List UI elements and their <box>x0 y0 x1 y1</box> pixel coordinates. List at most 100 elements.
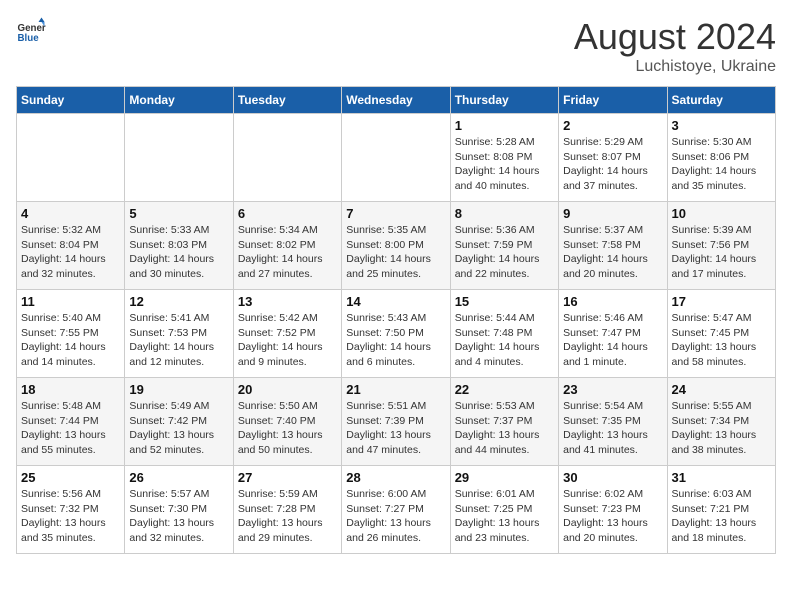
day-number: 1 <box>455 118 554 133</box>
month-title: August 2024 <box>574 16 776 58</box>
day-number: 22 <box>455 382 554 397</box>
day-cell: 2 Sunrise: 5:29 AM Sunset: 8:07 PM Daylig… <box>559 114 667 202</box>
day-cell: 20 Sunrise: 5:50 AM Sunset: 7:40 PM Dayli… <box>233 378 341 466</box>
day-number: 8 <box>455 206 554 221</box>
day-cell: 4 Sunrise: 5:32 AM Sunset: 8:04 PM Daylig… <box>17 202 125 290</box>
day-cell: 18Sunrise: 5:48 AM Sunset: 7:44 PM Dayli… <box>17 378 125 466</box>
day-number: 13 <box>238 294 337 309</box>
day-info: Sunrise: 5:29 AM Sunset: 8:07 PM Dayligh… <box>563 135 662 194</box>
day-info: Sunrise: 5:49 AM Sunset: 7:42 PM Dayligh… <box>129 399 228 458</box>
day-cell: 8 Sunrise: 5:36 AM Sunset: 7:59 PM Daylig… <box>450 202 558 290</box>
day-info: Sunrise: 5:56 AM Sunset: 7:32 PM Dayligh… <box>21 487 120 546</box>
location-title: Luchistoye, Ukraine <box>574 58 776 76</box>
day-cell: 12 Sunrise: 5:41 AM Sunset: 7:53 PM Dayli… <box>125 290 233 378</box>
day-info: Sunrise: 5:30 AM Sunset: 8:06 PM Dayligh… <box>672 135 771 194</box>
day-number: 6 <box>238 206 337 221</box>
day-cell: 15 Sunrise: 5:44 AM Sunset: 7:48 PM Dayli… <box>450 290 558 378</box>
day-cell: 22Sunrise: 5:53 AM Sunset: 7:37 PM Dayli… <box>450 378 558 466</box>
weekday-header-tuesday: Tuesday <box>233 87 341 114</box>
day-info: Sunrise: 5:54 AM Sunset: 7:35 PM Dayligh… <box>563 399 662 458</box>
title-block: August 2024 Luchistoye, Ukraine <box>574 16 776 76</box>
day-cell: 7 Sunrise: 5:35 AM Sunset: 8:00 PM Daylig… <box>342 202 450 290</box>
day-cell: 10 Sunrise: 5:39 AM Sunset: 7:56 PM Dayli… <box>667 202 775 290</box>
week-row-5: 25Sunrise: 5:56 AM Sunset: 7:32 PM Dayli… <box>17 466 776 554</box>
day-info: Sunrise: 5:43 AM Sunset: 7:50 PM Dayligh… <box>346 311 445 370</box>
day-info: Sunrise: 5:47 AM Sunset: 7:45 PM Dayligh… <box>672 311 771 370</box>
weekday-header-row: SundayMondayTuesdayWednesdayThursdayFrid… <box>17 87 776 114</box>
day-info: Sunrise: 5:48 AM Sunset: 7:44 PM Dayligh… <box>21 399 120 458</box>
day-info: Sunrise: 5:36 AM Sunset: 7:59 PM Dayligh… <box>455 223 554 282</box>
day-cell: 17 Sunrise: 5:47 AM Sunset: 7:45 PM Dayli… <box>667 290 775 378</box>
week-row-3: 11 Sunrise: 5:40 AM Sunset: 7:55 PM Dayli… <box>17 290 776 378</box>
day-number: 11 <box>21 294 120 309</box>
week-row-2: 4 Sunrise: 5:32 AM Sunset: 8:04 PM Daylig… <box>17 202 776 290</box>
day-cell: 29Sunrise: 6:01 AM Sunset: 7:25 PM Dayli… <box>450 466 558 554</box>
day-info: Sunrise: 5:57 AM Sunset: 7:30 PM Dayligh… <box>129 487 228 546</box>
day-cell: 9 Sunrise: 5:37 AM Sunset: 7:58 PM Daylig… <box>559 202 667 290</box>
day-number: 28 <box>346 470 445 485</box>
day-info: Sunrise: 5:42 AM Sunset: 7:52 PM Dayligh… <box>238 311 337 370</box>
page-header: General Blue August 2024 Luchistoye, Ukr… <box>16 16 776 76</box>
day-number: 19 <box>129 382 228 397</box>
day-info: Sunrise: 5:28 AM Sunset: 8:08 PM Dayligh… <box>455 135 554 194</box>
day-number: 9 <box>563 206 662 221</box>
week-row-4: 18Sunrise: 5:48 AM Sunset: 7:44 PM Dayli… <box>17 378 776 466</box>
weekday-header-sunday: Sunday <box>17 87 125 114</box>
day-info: Sunrise: 5:44 AM Sunset: 7:48 PM Dayligh… <box>455 311 554 370</box>
day-number: 4 <box>21 206 120 221</box>
day-info: Sunrise: 5:51 AM Sunset: 7:39 PM Dayligh… <box>346 399 445 458</box>
day-number: 26 <box>129 470 228 485</box>
day-cell: 26 Sunrise: 5:57 AM Sunset: 7:30 PM Dayli… <box>125 466 233 554</box>
weekday-header-saturday: Saturday <box>667 87 775 114</box>
day-number: 5 <box>129 206 228 221</box>
day-number: 17 <box>672 294 771 309</box>
day-number: 20 <box>238 382 337 397</box>
day-info: Sunrise: 5:55 AM Sunset: 7:34 PM Dayligh… <box>672 399 771 458</box>
day-number: 31 <box>672 470 771 485</box>
day-info: Sunrise: 5:40 AM Sunset: 7:55 PM Dayligh… <box>21 311 120 370</box>
day-number: 27 <box>238 470 337 485</box>
day-info: Sunrise: 5:32 AM Sunset: 8:04 PM Dayligh… <box>21 223 120 282</box>
day-info: Sunrise: 6:00 AM Sunset: 7:27 PM Dayligh… <box>346 487 445 546</box>
day-cell: 16Sunrise: 5:46 AM Sunset: 7:47 PM Dayli… <box>559 290 667 378</box>
day-cell: 11 Sunrise: 5:40 AM Sunset: 7:55 PM Dayli… <box>17 290 125 378</box>
week-row-1: 1 Sunrise: 5:28 AM Sunset: 8:08 PM Daylig… <box>17 114 776 202</box>
day-cell: 28 Sunrise: 6:00 AM Sunset: 7:27 PM Dayli… <box>342 466 450 554</box>
day-info: Sunrise: 5:35 AM Sunset: 8:00 PM Dayligh… <box>346 223 445 282</box>
day-cell: 21 Sunrise: 5:51 AM Sunset: 7:39 PM Dayli… <box>342 378 450 466</box>
day-number: 15 <box>455 294 554 309</box>
day-info: Sunrise: 5:39 AM Sunset: 7:56 PM Dayligh… <box>672 223 771 282</box>
day-info: Sunrise: 5:59 AM Sunset: 7:28 PM Dayligh… <box>238 487 337 546</box>
day-number: 21 <box>346 382 445 397</box>
day-number: 16 <box>563 294 662 309</box>
day-cell: 31Sunrise: 6:03 AM Sunset: 7:21 PM Dayli… <box>667 466 775 554</box>
weekday-header-thursday: Thursday <box>450 87 558 114</box>
day-number: 10 <box>672 206 771 221</box>
day-info: Sunrise: 5:50 AM Sunset: 7:40 PM Dayligh… <box>238 399 337 458</box>
day-cell <box>17 114 125 202</box>
day-cell <box>342 114 450 202</box>
day-cell: 3 Sunrise: 5:30 AM Sunset: 8:06 PM Daylig… <box>667 114 775 202</box>
day-cell <box>125 114 233 202</box>
day-number: 30 <box>563 470 662 485</box>
weekday-header-wednesday: Wednesday <box>342 87 450 114</box>
day-cell: 30Sunrise: 6:02 AM Sunset: 7:23 PM Dayli… <box>559 466 667 554</box>
weekday-header-friday: Friday <box>559 87 667 114</box>
day-cell: 19 Sunrise: 5:49 AM Sunset: 7:42 PM Dayli… <box>125 378 233 466</box>
day-info: Sunrise: 6:01 AM Sunset: 7:25 PM Dayligh… <box>455 487 554 546</box>
day-number: 2 <box>563 118 662 133</box>
day-cell <box>233 114 341 202</box>
svg-text:Blue: Blue <box>18 33 40 44</box>
day-info: Sunrise: 5:41 AM Sunset: 7:53 PM Dayligh… <box>129 311 228 370</box>
logo: General Blue <box>16 16 46 46</box>
day-number: 12 <box>129 294 228 309</box>
calendar-table: SundayMondayTuesdayWednesdayThursdayFrid… <box>16 86 776 554</box>
weekday-header-monday: Monday <box>125 87 233 114</box>
day-cell: 23Sunrise: 5:54 AM Sunset: 7:35 PM Dayli… <box>559 378 667 466</box>
day-number: 7 <box>346 206 445 221</box>
day-info: Sunrise: 5:37 AM Sunset: 7:58 PM Dayligh… <box>563 223 662 282</box>
day-cell: 6Sunrise: 5:34 AM Sunset: 8:02 PM Daylig… <box>233 202 341 290</box>
day-cell: 25Sunrise: 5:56 AM Sunset: 7:32 PM Dayli… <box>17 466 125 554</box>
day-number: 3 <box>672 118 771 133</box>
day-cell: 14Sunrise: 5:43 AM Sunset: 7:50 PM Dayli… <box>342 290 450 378</box>
